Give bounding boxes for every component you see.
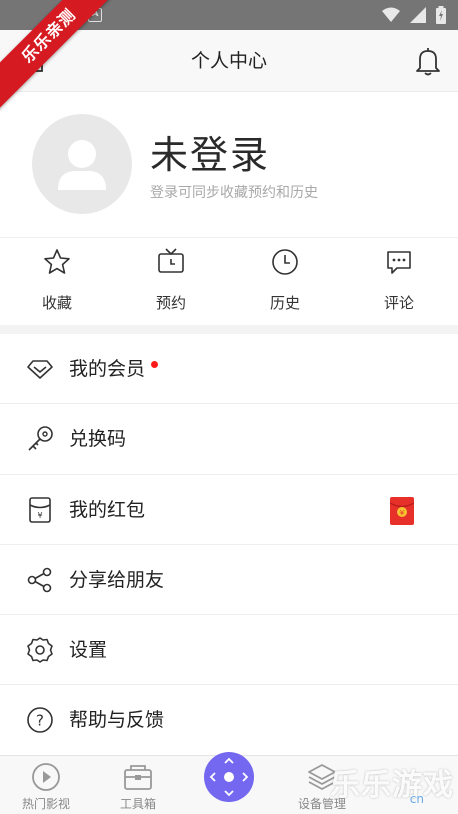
- red-dot-badge: [151, 361, 158, 368]
- page-title: 个人中心: [190, 50, 267, 72]
- tab-label: 工具箱: [119, 797, 156, 811]
- tv-clock-icon: [158, 248, 184, 273]
- menu-item-settings[interactable]: 设置: [0, 615, 458, 686]
- battery-icon: [436, 6, 446, 24]
- profile-card[interactable]: 未登录 登录可同步收藏预约和历史: [0, 92, 458, 237]
- menu-item-redeem-code[interactable]: 兑换码: [0, 404, 458, 475]
- quick-action-favorites[interactable]: 收藏: [0, 238, 114, 326]
- quick-action-label: 历史: [269, 294, 300, 312]
- toolbox-icon: [124, 765, 152, 790]
- quick-action-label: 预约: [155, 294, 186, 312]
- play-circle-icon: [32, 763, 60, 791]
- bell-icon[interactable]: [414, 46, 442, 76]
- comment-icon: [387, 251, 411, 274]
- menu-item-label: 我的红包: [69, 498, 146, 521]
- menu-item-help[interactable]: ? 帮助与反馈: [0, 685, 458, 756]
- quick-action-comments[interactable]: 评论: [342, 238, 456, 326]
- menu-list: 我的会员 兑换码 ¥ 我的红包 ¥ 分享给朋友 设置 ? 帮助与反馈: [0, 334, 458, 756]
- gear-icon: [27, 637, 53, 663]
- quick-action-label: 评论: [383, 294, 414, 312]
- quick-actions: 收藏 预约 历史 评论: [0, 237, 458, 325]
- svg-text:¥: ¥: [37, 511, 42, 520]
- star-icon: [44, 249, 70, 274]
- signal-icon: [410, 7, 426, 23]
- diamond-icon: [27, 360, 53, 379]
- default-user-icon: [58, 140, 106, 190]
- svg-text:?: ?: [36, 712, 44, 730]
- help-icon: ?: [27, 707, 53, 734]
- login-status[interactable]: 未登录: [150, 124, 270, 179]
- watermark-logo: 乐乐游戏: [330, 768, 454, 803]
- login-hint: 登录可同步收藏预约和历史: [150, 185, 318, 201]
- wifi-icon: [382, 7, 400, 22]
- header: 个人中心: [0, 30, 458, 92]
- tab-popular-videos[interactable]: 热门影视: [0, 756, 92, 814]
- red-packet-icon: ¥: [390, 496, 414, 525]
- remote-control-button[interactable]: [204, 752, 254, 802]
- watermark-url: cn: [409, 792, 424, 806]
- menu-item-red-envelope[interactable]: ¥ 我的红包 ¥: [0, 474, 458, 545]
- quick-action-reservations[interactable]: 预约: [114, 238, 228, 326]
- tab-label: 热门影视: [21, 797, 70, 811]
- tab-toolbox[interactable]: 工具箱: [92, 756, 184, 814]
- section-divider: [0, 325, 458, 334]
- avatar[interactable]: [32, 114, 132, 214]
- svg-text:¥: ¥: [400, 509, 405, 517]
- key-icon: [28, 426, 53, 451]
- clock-icon: [272, 249, 298, 275]
- menu-item-label: 我的会员: [69, 358, 146, 380]
- yuan-envelope-icon: ¥: [29, 496, 51, 523]
- menu-item-label: 分享给朋友: [69, 568, 165, 591]
- menu-item-label: 设置: [69, 639, 108, 662]
- remote-control-icon: [209, 757, 249, 797]
- menu-item-label: 帮助与反馈: [69, 709, 165, 732]
- quick-action-label: 收藏: [41, 294, 72, 312]
- menu-item-share[interactable]: 分享给朋友: [0, 544, 458, 616]
- share-icon: [27, 567, 52, 593]
- menu-item-label: 兑换码: [69, 428, 127, 451]
- quick-action-history[interactable]: 历史: [228, 238, 342, 326]
- status-icons: [382, 6, 446, 24]
- menu-item-membership[interactable]: 我的会员: [0, 334, 458, 405]
